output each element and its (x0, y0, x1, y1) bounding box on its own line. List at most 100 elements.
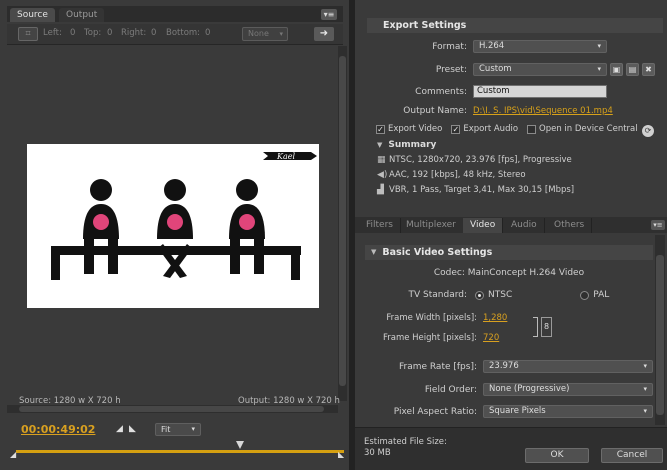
field-order-label: Field Order: (424, 384, 477, 395)
crop-ratio-select[interactable]: None ▾ (242, 27, 288, 41)
summary-video-text: NTSC, 1280x720, 23.976 [fps], Progressiv… (389, 155, 572, 165)
save-preset-icon[interactable]: ▣ (610, 63, 623, 76)
tab-output[interactable]: Output (59, 8, 105, 22)
crop-bottom-value[interactable]: 0 (205, 28, 210, 38)
estimated-file-size: Estimated File Size: 30 MB (364, 437, 447, 459)
summary-video-line: ▦ NTSC, 1280x720, 23.976 [fps], Progress… (377, 155, 572, 165)
preset-select[interactable]: Custom ▾ (473, 63, 607, 76)
export-options-row: ✓ Export Video ✓ Export Audio Open in De… (376, 124, 647, 134)
work-area-bar[interactable] (16, 450, 344, 453)
frame-height-value[interactable]: 720 (483, 333, 499, 343)
crop-right-value[interactable]: 0 (151, 28, 156, 38)
tab-source[interactable]: Source (10, 8, 55, 22)
out-marker-icon[interactable]: ◣ (338, 450, 345, 459)
estimated-file-size-label: Estimated File Size: (364, 437, 447, 447)
checkbox-checked-icon: ✓ (376, 124, 385, 134)
pixel-aspect-label: Pixel Aspect Ratio: (393, 406, 477, 417)
tab-filters[interactable]: Filters (359, 218, 401, 233)
set-out-point-icon[interactable]: ◣ (129, 424, 139, 434)
panel-menu-icon[interactable]: ▾≡ (321, 9, 337, 20)
crop-toolbar: ⌗ Left: 0 Top: 0 Right: 0 Bottom: 0 None… (7, 24, 343, 45)
tv-ntsc-radio[interactable]: NTSC (475, 290, 512, 300)
tab-others[interactable]: Others (547, 218, 593, 233)
frame-rate-row: Frame Rate [fps]: 23.976 ▾ (365, 360, 653, 373)
timeline-scrubber[interactable]: ◢ ◣ (8, 438, 347, 468)
delete-preset-icon[interactable]: ✖ (642, 63, 655, 76)
playhead-icon[interactable] (236, 441, 244, 449)
summary-audio-line: ◀) AAC, 192 [kbps], 48 kHz, Stereo (377, 170, 526, 180)
preset-label: Preset: (435, 64, 467, 75)
export-settings-header: Export Settings (367, 18, 663, 33)
preview-horizontal-scrollbar[interactable] (7, 405, 338, 413)
chain-link-icon[interactable]: 8 (541, 317, 552, 337)
tab-multiplexer[interactable]: Multiplexer (399, 218, 464, 233)
pixel-aspect-value: Square Pixels (489, 406, 546, 416)
format-select[interactable]: H.264 ▾ (473, 40, 607, 53)
format-row: Format: H.264 ▾ (367, 40, 607, 53)
chevron-down-icon: ▾ (279, 30, 283, 38)
field-order-value: None (Progressive) (489, 384, 570, 394)
summary-toggle[interactable]: ▼ Summary (377, 140, 436, 150)
tv-pal-radio[interactable]: PAL (580, 290, 609, 300)
export-audio-checkbox[interactable]: ✓ Export Audio (451, 124, 518, 134)
panel-menu-icon[interactable]: ▾≡ (651, 220, 665, 230)
crop-left-value[interactable]: 0 (70, 28, 75, 38)
basic-video-settings-header[interactable]: ▼ Basic Video Settings (365, 245, 653, 260)
swap-arrow-icon[interactable]: ➜ (314, 27, 334, 41)
summary-bitrate-text: VBR, 1 Pass, Target 3,41, Max 30,15 [Mbp… (389, 185, 575, 195)
chevron-down-icon: ▾ (191, 425, 195, 433)
crop-top-label: Top: (84, 28, 102, 38)
summary-bitrate-line: ▟ VBR, 1 Pass, Target 3,41, Max 30,15 [M… (377, 185, 574, 195)
export-video-checkbox[interactable]: ✓ Export Video (376, 124, 442, 134)
tab-audio[interactable]: Audio (504, 218, 545, 233)
field-order-row: Field Order: None (Progressive) ▾ (365, 383, 653, 396)
cancel-button[interactable]: Cancel (601, 448, 663, 463)
frame-width-value[interactable]: 1,280 (483, 313, 507, 323)
preview-vertical-scrollbar[interactable] (338, 46, 347, 401)
comments-label: Comments: (415, 86, 467, 97)
frame-height-row: Frame Height [pixels]: 720 (365, 333, 499, 343)
import-preset-icon[interactable]: ▤ (626, 63, 639, 76)
in-marker-icon[interactable]: ◢ (10, 450, 17, 459)
summary-audio-text: AAC, 192 [kbps], 48 kHz, Stereo (389, 170, 526, 180)
crop-right-label: Right: (121, 28, 147, 38)
video-preview-frame: Kael (27, 144, 319, 308)
set-in-point-icon[interactable]: ◢ (116, 424, 126, 434)
field-order-select[interactable]: None (Progressive) ▾ (483, 383, 653, 396)
crop-icon[interactable]: ⌗ (18, 27, 38, 41)
bitrate-chart-icon: ▟ (377, 185, 384, 195)
film-icon: ▦ (377, 155, 386, 165)
disclosure-down-icon: ▼ (371, 248, 377, 256)
timecode-display[interactable]: 00:00:49:02 (21, 423, 95, 436)
zoom-value: Fit (161, 425, 171, 434)
settings-panel: Export Settings Format: H.264 ▾ Preset: … (355, 0, 667, 470)
tv-ntsc-label: NTSC (488, 290, 513, 300)
comments-row: Comments: Custom (367, 85, 607, 98)
crop-top-value[interactable]: 0 (107, 28, 112, 38)
tv-pal-label: PAL (593, 290, 610, 300)
export-audio-label: Export Audio (463, 124, 519, 134)
settings-tabs: Filters Multiplexer Video Audio Others ▾… (355, 217, 667, 233)
pixel-aspect-select[interactable]: Square Pixels ▾ (483, 405, 653, 418)
tab-video[interactable]: Video (463, 218, 504, 233)
frame-rate-value: 23.976 (489, 361, 519, 371)
frame-width-row: Frame Width [pixels]: 1,280 (365, 313, 507, 323)
basic-video-settings-title: Basic Video Settings (382, 247, 493, 258)
zoom-select[interactable]: Fit ▾ (155, 423, 201, 436)
preset-row: Preset: Custom ▾ ▣ ▤ ✖ (367, 63, 655, 76)
output-name-link[interactable]: D:\I. S. IPS\vid\Sequence 01.mp4 (473, 106, 613, 116)
comments-input[interactable]: Custom (473, 85, 607, 98)
frame-rate-select[interactable]: 23.976 ▾ (483, 360, 653, 373)
video-frame-illustration: Kael (51, 152, 317, 280)
codec-label: Codec: (433, 268, 465, 278)
export-video-label: Export Video (388, 124, 443, 134)
codec-line: Codec: MainConcept H.264 Video (365, 268, 653, 278)
preset-value: Custom (479, 64, 512, 74)
crop-left-label: Left: (43, 28, 62, 38)
ok-button[interactable]: OK (525, 448, 589, 463)
speaker-icon: ◀) (377, 170, 388, 180)
settings-vertical-scrollbar[interactable] (655, 235, 665, 425)
pixel-aspect-row: Pixel Aspect Ratio: Square Pixels ▾ (365, 405, 653, 418)
open-device-central-checkbox[interactable]: Open in Device Central (527, 124, 638, 134)
sync-icon[interactable]: ⟳ (642, 125, 654, 137)
